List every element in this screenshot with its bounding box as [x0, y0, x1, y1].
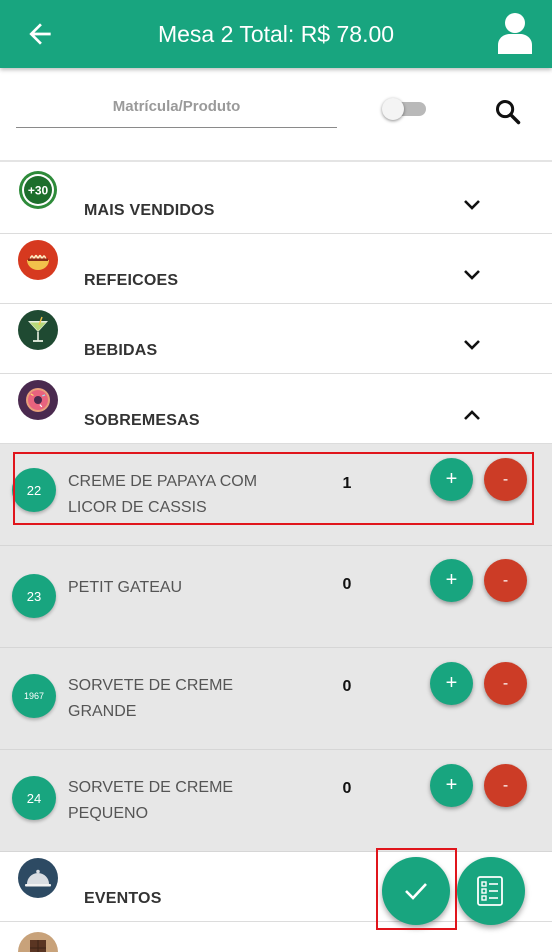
product-code-badge: 1967 — [12, 674, 56, 718]
product-name: SORVETE DE CREME PEQUENO — [68, 779, 234, 822]
product-name: CREME DE PAPAYA COM LICOR DE CASSIS — [68, 473, 258, 516]
chocolate-icon — [18, 932, 58, 952]
increment-button[interactable]: + — [430, 764, 473, 807]
increment-button[interactable]: + — [430, 559, 473, 602]
search-icon[interactable] — [494, 98, 522, 126]
category-label: BEBIDAS — [84, 342, 158, 359]
user-icon[interactable] — [496, 12, 534, 54]
plus-30-icon: +30 — [19, 171, 57, 209]
category-label: SOBREMESAS — [84, 412, 200, 429]
cloche-icon — [18, 858, 58, 898]
category-refeicoes[interactable]: REFEICOES — [0, 234, 552, 304]
category-label: REFEICOES — [84, 272, 179, 289]
chevron-up-icon — [464, 410, 480, 420]
noodle-bowl-icon — [18, 240, 58, 280]
page-title: Mesa 2 Total: R$ 78.00 — [157, 21, 395, 47]
product-quantity: 0 — [342, 678, 352, 695]
toggle-knob — [382, 98, 404, 120]
product-row: 24 SORVETE DE CREME PEQUENO 0 + - — [0, 750, 552, 852]
product-code-badge: 23 — [12, 574, 56, 618]
app-bar: Mesa 2 Total: R$ 78.00 — [0, 0, 552, 68]
product-code-badge: 24 — [12, 776, 56, 820]
product-row: 1967 SORVETE DE CREME GRANDE 0 + - — [0, 648, 552, 750]
decrement-button[interactable]: - — [484, 559, 527, 602]
chevron-down-icon — [464, 200, 480, 210]
search-input[interactable] — [16, 86, 337, 127]
product-name: SORVETE DE CREME GRANDE — [68, 677, 234, 720]
product-quantity: 1 — [342, 475, 352, 492]
product-row: 22 CREME DE PAPAYA COM LICOR DE CASSIS 1… — [0, 444, 552, 546]
product-name: PETIT GATEAU — [68, 579, 183, 596]
category-label: EVENTOS — [84, 890, 162, 907]
category-label: MAIS VENDIDOS — [84, 202, 215, 219]
chevron-down-icon — [464, 340, 480, 350]
product-quantity: 0 — [342, 780, 352, 797]
donut-icon — [18, 380, 58, 420]
search-field — [16, 86, 337, 128]
increment-button[interactable]: + — [430, 662, 473, 705]
filter-toggle[interactable] — [382, 98, 428, 120]
check-icon — [405, 883, 427, 900]
checklist-icon — [477, 876, 503, 906]
decrement-button[interactable]: - — [484, 662, 527, 705]
product-quantity: 0 — [342, 576, 352, 593]
category-sobremesas[interactable]: SOBREMESAS — [0, 374, 552, 444]
product-row: 23 PETIT GATEAU 0 + - — [0, 546, 552, 648]
order-checklist-button[interactable] — [457, 857, 525, 925]
increment-button[interactable]: + — [430, 458, 473, 501]
product-code-badge: 22 — [12, 468, 56, 512]
decrement-button[interactable]: - — [484, 458, 527, 501]
category-mais-vendidos[interactable]: +30 MAIS VENDIDOS — [0, 164, 552, 234]
search-bar — [0, 68, 552, 162]
confirm-button[interactable] — [382, 857, 450, 925]
cocktail-glass-icon — [18, 310, 58, 350]
svg-text:+30: +30 — [28, 184, 49, 198]
decrement-button[interactable]: - — [484, 764, 527, 807]
category-next-partial[interactable] — [0, 922, 552, 952]
category-bebidas[interactable]: BEBIDAS — [0, 304, 552, 374]
chevron-down-icon — [464, 270, 480, 280]
